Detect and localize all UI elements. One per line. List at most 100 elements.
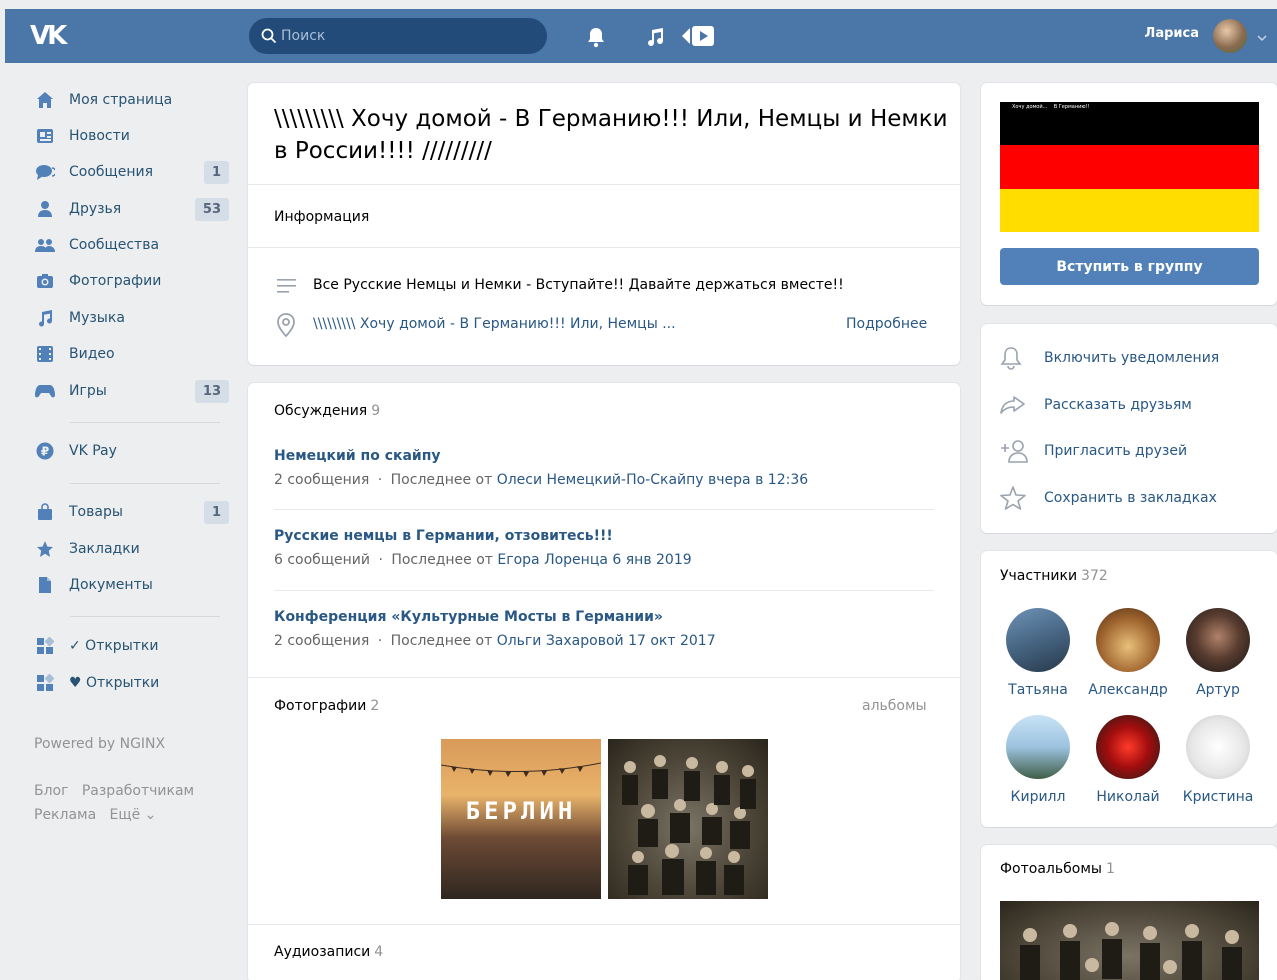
member-name[interactable]: Татьяна	[998, 682, 1078, 698]
topic-title[interactable]: Конференция «Культурные Мосты в Германии…	[274, 609, 934, 625]
sidebar-item-vkpay[interactable]: ₽ VK Pay	[34, 436, 229, 466]
photos-heading[interactable]: Фотографии 2	[274, 698, 379, 714]
topic-date-link[interactable]: 6 янв 2019	[612, 552, 691, 568]
member-card[interactable]: Татьяна	[998, 608, 1078, 698]
sidebar-item-friends[interactable]: Друзья 53	[34, 194, 229, 224]
svg-text:₽: ₽	[41, 445, 49, 459]
discussions-heading[interactable]: Обсуждения 9	[274, 403, 380, 419]
audio-label: Аудиозаписи	[274, 944, 371, 960]
albums-heading[interactable]: Фотоальбомы 1	[1000, 861, 1115, 877]
group-cover-flag[interactable]: Хочу домой... В Германию!!	[1000, 102, 1259, 232]
sidebar-item-groups[interactable]: Сообщества	[34, 230, 229, 260]
topic-date-link[interactable]: вчера в 12:36	[708, 472, 808, 488]
sidebar-item-bookmarks[interactable]: Закладки	[34, 534, 229, 564]
member-card[interactable]: Кристина	[1178, 715, 1258, 805]
topic-item[interactable]: Русские немцы в Германии, отзовитесь!!! …	[274, 528, 934, 568]
topic-message-count: 2 сообщения	[274, 472, 370, 488]
topic-item[interactable]: Конференция «Культурные Мосты в Германии…	[274, 609, 934, 649]
member-avatar[interactable]	[1096, 608, 1160, 672]
topic-meta-separator: ·	[377, 633, 383, 649]
member-name[interactable]: Александр	[1088, 682, 1168, 698]
topic-meta-separator: ·	[377, 472, 383, 488]
sidebar-item-label: Сообщества	[69, 237, 160, 253]
topic-author-link[interactable]: Олеси Немецкий-По-Скайпу	[497, 472, 704, 488]
footer-link-blog[interactable]: Блог	[34, 783, 68, 799]
sidebar-item-goods[interactable]: Товары 1	[34, 497, 229, 527]
chevron-down-icon[interactable]	[1257, 31, 1267, 46]
albums-count: 1	[1105, 861, 1115, 877]
members-heading[interactable]: Участники 372	[1000, 568, 1108, 584]
messages-icon	[34, 161, 56, 183]
topic-title[interactable]: Русские немцы в Германии, отзовитесь!!!	[274, 528, 934, 544]
sidebar-item-label: ✓ Открытки	[69, 638, 159, 654]
members-label: Участники	[1000, 568, 1078, 584]
player-icon[interactable]	[680, 24, 716, 52]
member-name[interactable]: Кристина	[1178, 789, 1258, 805]
sidebar-item-my-page[interactable]: Моя страница	[34, 85, 229, 115]
action-bookmark[interactable]: Сохранить в закладках	[1000, 486, 1260, 510]
member-card[interactable]: Кирилл	[998, 715, 1078, 805]
sidebar-item-label: Документы	[69, 577, 153, 593]
photo-family[interactable]	[608, 739, 768, 899]
member-avatar[interactable]	[1096, 715, 1160, 779]
bell-icon[interactable]	[585, 26, 607, 52]
sidebar-item-messages[interactable]: Сообщения 1	[34, 157, 229, 187]
left-sidebar: Моя страница Новости Сообщения 1 Друзья …	[0, 66, 240, 980]
action-share[interactable]: Рассказать друзьям	[1000, 393, 1260, 417]
member-card[interactable]: Александр	[1088, 608, 1168, 698]
footer-link-more[interactable]: Ещё ⌄	[110, 807, 157, 823]
topic-title[interactable]: Немецкий по скайпу	[274, 448, 934, 464]
group-address-link[interactable]: \\\\\\\\\ Хочу домой - В Германию!!! Или…	[313, 316, 733, 332]
topic-author-link[interactable]: Егора Лоренца	[497, 552, 608, 568]
sidebar-item-label: Музыка	[69, 310, 125, 326]
sidebar-item-app-cards-heart[interactable]: ♥ Открытки	[34, 668, 229, 698]
albums-link[interactable]: альбомы	[862, 698, 927, 714]
star-icon	[34, 538, 56, 560]
join-group-button[interactable]: Вступить в группу	[1000, 248, 1259, 285]
sidebar-item-photos[interactable]: Фотографии	[34, 266, 229, 296]
member-name[interactable]: Николай	[1088, 789, 1168, 805]
photo-berlin[interactable]: БЕРЛИН	[441, 739, 601, 899]
page-title: \\\\\\\\\ Хочу домой - В Германию!!! Или…	[274, 106, 948, 164]
location-icon	[277, 313, 295, 341]
member-card[interactable]: Николай	[1088, 715, 1168, 805]
member-card[interactable]: Артур	[1178, 608, 1258, 698]
footer-link-ads[interactable]: Реклама	[34, 807, 96, 823]
member-avatar[interactable]	[1186, 608, 1250, 672]
sidebar-item-music[interactable]: Музыка	[34, 303, 229, 333]
audio-heading[interactable]: Аудиозаписи 4	[274, 944, 383, 960]
divider	[274, 509, 934, 510]
news-icon	[34, 125, 56, 147]
sidebar-item-label: Новости	[69, 128, 130, 144]
action-invite-friends[interactable]: Пригласить друзей	[1000, 439, 1260, 463]
sidebar-item-news[interactable]: Новости	[34, 121, 229, 151]
member-avatar[interactable]	[1006, 608, 1070, 672]
action-label: Пригласить друзей	[1044, 443, 1188, 459]
sidebar-item-documents[interactable]: Документы	[34, 570, 229, 600]
topic-message-count: 6 сообщений	[274, 552, 370, 568]
member-name[interactable]: Кирилл	[998, 789, 1078, 805]
action-enable-notifications[interactable]: Включить уведомления	[1000, 346, 1260, 370]
sidebar-item-games[interactable]: Игры 13	[34, 376, 229, 406]
search-input[interactable]	[281, 18, 531, 54]
topic-date-link[interactable]: 17 окт 2017	[628, 633, 716, 649]
home-icon	[34, 89, 56, 111]
member-avatar[interactable]	[1006, 715, 1070, 779]
vk-logo[interactable]: VK	[30, 21, 80, 51]
user-avatar[interactable]	[1213, 19, 1247, 53]
topic-item[interactable]: Немецкий по скайпу 2 сообщения · Последн…	[274, 448, 934, 488]
member-name[interactable]: Артур	[1178, 682, 1258, 698]
apps-icon	[34, 672, 56, 694]
sidebar-item-video[interactable]: Видео	[34, 339, 229, 369]
more-info-link[interactable]: Подробнее	[846, 316, 927, 332]
footer-link-developers[interactable]: Разработчикам	[82, 783, 194, 799]
topic-author-link[interactable]: Ольги Захаровой	[497, 633, 624, 649]
music-icon	[34, 307, 56, 329]
album-cover[interactable]	[1000, 901, 1259, 980]
music-icon[interactable]	[644, 26, 666, 52]
member-avatar[interactable]	[1186, 715, 1250, 779]
search-box[interactable]	[249, 18, 547, 54]
sidebar-item-app-cards-check[interactable]: ✓ Открытки	[34, 631, 229, 661]
sidebar-item-label: Товары	[69, 504, 123, 520]
user-name[interactable]: Лариса	[1145, 26, 1199, 41]
